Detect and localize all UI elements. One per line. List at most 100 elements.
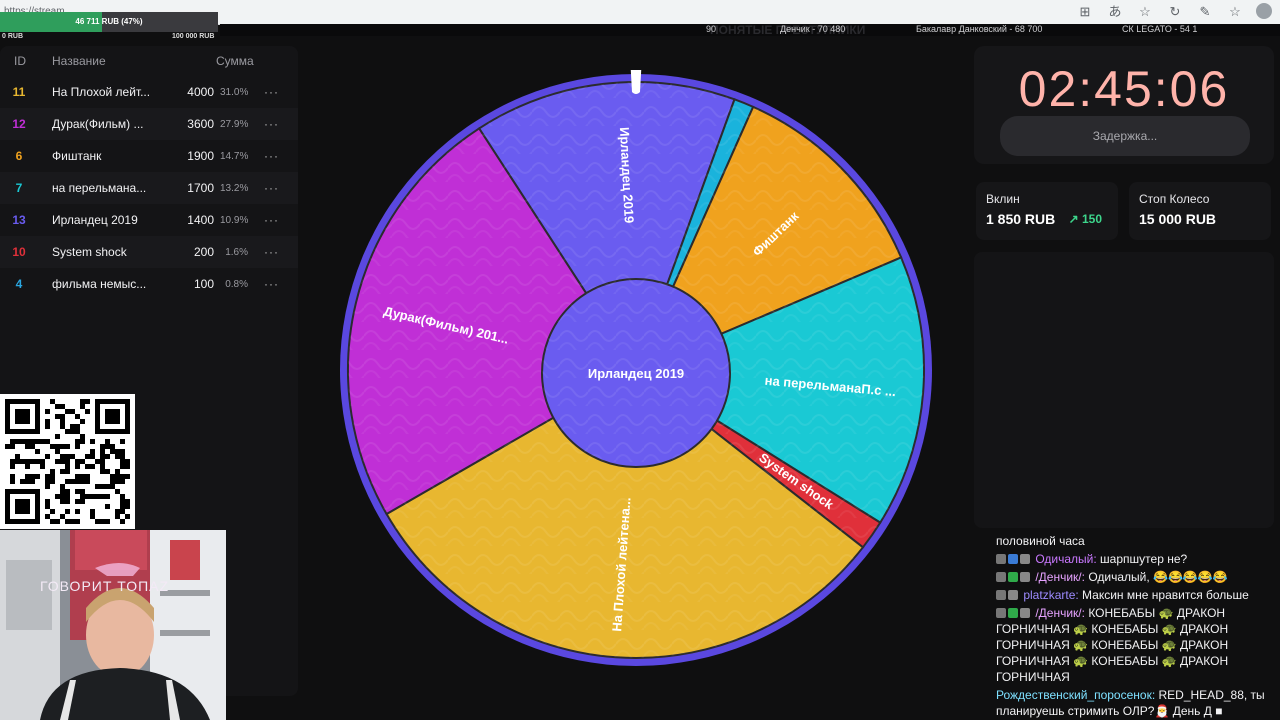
refresh-icon[interactable]: ↻ [1166, 3, 1184, 21]
lot-id: 4 [15, 277, 23, 291]
webcam-image [0, 530, 226, 720]
chat-text: шарпшутер не? [1096, 552, 1188, 566]
table-row[interactable]: 6 Фиштанк 1900 14.7% ··· [0, 140, 298, 172]
lot-id: 7 [15, 181, 23, 195]
more-options-icon[interactable]: ··· [264, 245, 279, 259]
chat-message: /Денчик/: Одичалый, 😂😂😂😂😂 [996, 569, 1276, 585]
badge-icon [1008, 554, 1018, 564]
chat-message: /Денчик/: КОНЕБАБЫ 🐢 ДРАКОН ГОРНИЧНАЯ 🐢 … [996, 605, 1276, 685]
goal-max: 100 000 RUB [172, 33, 215, 40]
vklin-card: Вклин 1 850 RUB ↗ 150 [976, 182, 1118, 240]
ticker-item: Бакалавр Данковский - 68 700 [916, 24, 1043, 34]
lot-amount: 100 [193, 277, 214, 291]
more-options-icon[interactable]: ··· [264, 85, 279, 99]
delay-button[interactable]: Задержка... [1000, 116, 1250, 156]
stop-wheel-value: 15 000 RUB [1139, 211, 1217, 227]
table-row[interactable]: 11 На Плохой лейт... 4000 31.0% ··· [0, 76, 298, 108]
badge-icon [996, 590, 1006, 600]
table-row[interactable]: 10 System shock 200 1.6% ··· [0, 236, 298, 268]
lot-name: System shock [52, 245, 127, 259]
prize-wheel[interactable]: Ирландец 2019 Фиштанк на перельманаП.с ...… [336, 52, 936, 670]
trend-up-icon: ↗ [1068, 212, 1082, 226]
chat-username[interactable]: Одичалый: [1035, 552, 1096, 566]
badge-icon [996, 608, 1006, 618]
more-options-icon[interactable]: ··· [264, 149, 279, 163]
lot-percent: 27.9% [220, 119, 249, 130]
lot-name: Фиштанк [52, 149, 102, 163]
lot-percent: 10.9% [220, 215, 249, 226]
translate-icon[interactable]: あ [1106, 3, 1124, 21]
lot-percent: 13.2% [220, 183, 249, 194]
vklin-delta: ↗ 150 [1069, 212, 1102, 226]
lot-percent: 31.0% [220, 87, 249, 98]
lot-id: 6 [15, 149, 23, 163]
more-options-icon[interactable]: ··· [264, 117, 279, 131]
more-options-icon[interactable]: ··· [264, 277, 279, 291]
lot-amount: 1700 [187, 181, 214, 195]
donation-goal-bar: 46 711 RUB (47%) [0, 12, 218, 32]
table-row[interactable]: 13 Ирландец 2019 1400 10.9% ··· [0, 204, 298, 236]
bookmark-star-icon[interactable]: ☆ [1136, 3, 1154, 21]
donor-ticker: ПОНЯТЫЕ ПРЕСТУПНИКИ 90 Денчик - 70 480 Б… [220, 24, 1280, 36]
more-options-icon[interactable]: ··· [264, 213, 279, 227]
chat-message: Рождественский_поросенок: RED_HEAD_88, т… [996, 687, 1276, 719]
header-sum: Сумма [216, 54, 254, 68]
vklin-delta-value: 150 [1081, 212, 1102, 226]
chat-username[interactable]: Рождественский_поросенок: [996, 688, 1155, 702]
timer-panel: 02:45:06 Задержка... [974, 46, 1274, 164]
chat-text: КОНЕБАБЫ 🐢 ДРАКОН ГОРНИЧНАЯ 🐢 КОНЕБАБЫ 🐢… [996, 606, 1229, 684]
lot-percent: 14.7% [220, 151, 249, 162]
extension-icon[interactable]: ⊞ [1076, 3, 1094, 21]
badge-icon [1020, 608, 1030, 618]
lot-id: 12 [12, 117, 26, 131]
chat-username[interactable]: /Денчик/: [1035, 570, 1085, 584]
favorites-icon[interactable]: ☆ [1226, 3, 1244, 21]
badge-icon [1008, 608, 1018, 618]
vklin-value: 1 850 RUB [986, 211, 1056, 227]
lot-id: 10 [12, 245, 26, 259]
qr-code [0, 394, 135, 529]
header-id: ID [14, 54, 26, 68]
badge-icon [1020, 572, 1030, 582]
browser-icons: ⊞ あ ☆ ↻ ✎ ☆ [1076, 3, 1272, 21]
table-row[interactable]: 4 фильма немыс... 100 0.8% ··· [0, 268, 298, 300]
stop-wheel-title: Стоп Колесо [1139, 192, 1210, 206]
badge-icon [996, 572, 1006, 582]
countdown-timer: 02:45:06 [1018, 61, 1230, 117]
puzzle-icon[interactable]: ✎ [1196, 3, 1214, 21]
chat-text: половиной часа [996, 534, 1085, 548]
chat-text: Максин мне нравится больше [1078, 588, 1249, 602]
qr-code-image [5, 399, 130, 524]
goal-label: 46 711 RUB (47%) [75, 17, 143, 26]
chat-panel: половиной часа Одичалый: шарпшутер не? /… [996, 533, 1276, 720]
more-options-icon[interactable]: ··· [264, 181, 279, 195]
lot-name: Ирландец 2019 [52, 213, 138, 227]
vklin-title: Вклин [986, 192, 1020, 206]
ticker-item: 90 [706, 24, 717, 34]
ticker-item: СК LEGATO - 54 1 [1122, 24, 1198, 34]
lot-amount: 1900 [187, 149, 214, 163]
table-row[interactable]: 12 Дурак(Фильм) ... 3600 27.9% ··· [0, 108, 298, 140]
lot-amount: 3600 [187, 117, 214, 131]
chat-username[interactable]: /Денчик/: [1035, 606, 1085, 620]
lot-percent: 1.6% [225, 247, 248, 258]
lot-name: Дурак(Фильм) ... [52, 117, 144, 131]
empty-panel [974, 252, 1274, 528]
lot-id: 11 [12, 85, 26, 99]
badge-icon [1008, 572, 1018, 582]
profile-avatar[interactable] [1256, 3, 1272, 19]
lot-name: На Плохой лейт... [52, 85, 151, 99]
chat-message: Одичалый: шарпшутер не? [996, 551, 1276, 567]
table-header: ID Название Сумма [0, 54, 298, 70]
lot-name: на перельмана... [52, 181, 147, 195]
lot-amount: 1400 [187, 213, 214, 227]
lot-percent: 0.8% [225, 279, 248, 290]
chat-username[interactable]: platzkarte: [1023, 588, 1078, 602]
webcam-overlay-text: ГОВОРИТ ТОПАZ [40, 578, 170, 594]
table-row[interactable]: 7 на перельмана... 1700 13.2% ··· [0, 172, 298, 204]
lot-name: фильма немыс... [52, 277, 147, 291]
chat-message: половиной часа [996, 533, 1276, 549]
wheel-center-label: Ирландец 2019 [588, 366, 684, 381]
wheel-canvas[interactable]: Ирландец 2019Фиштанкна перельманаП.с ...… [336, 52, 936, 670]
goal-min: 0 RUB [2, 33, 24, 40]
